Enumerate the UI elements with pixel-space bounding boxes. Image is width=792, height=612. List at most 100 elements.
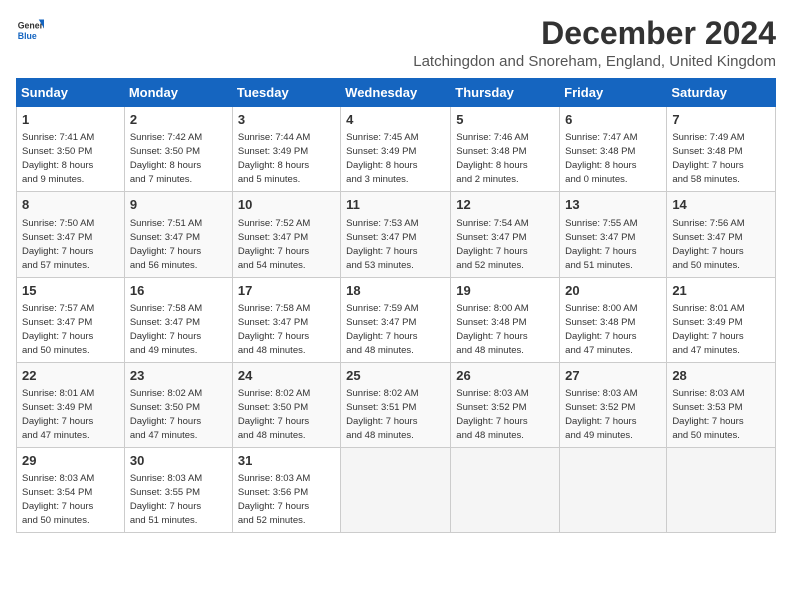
week-row-1: 1Sunrise: 7:41 AM Sunset: 3:50 PM Daylig… — [17, 107, 776, 192]
day-info: Sunrise: 7:54 AM Sunset: 3:47 PM Dayligh… — [456, 218, 528, 271]
day-info: Sunrise: 7:59 AM Sunset: 3:47 PM Dayligh… — [346, 303, 418, 356]
day-info: Sunrise: 8:03 AM Sunset: 3:56 PM Dayligh… — [238, 473, 310, 526]
day-info: Sunrise: 7:50 AM Sunset: 3:47 PM Dayligh… — [22, 218, 94, 271]
day-info: Sunrise: 7:47 AM Sunset: 3:48 PM Dayligh… — [565, 132, 637, 185]
svg-text:Blue: Blue — [18, 31, 37, 41]
day-number: 22 — [22, 367, 119, 385]
calendar-cell — [667, 447, 776, 532]
header-col-wednesday: Wednesday — [341, 79, 451, 107]
calendar-cell: 21Sunrise: 8:01 AM Sunset: 3:49 PM Dayli… — [667, 277, 776, 362]
calendar-cell: 28 Sunrise: 8:03 AM Sunset: 3:53 PM Dayli… — [667, 362, 776, 447]
day-info: Sunrise: 8:02 AM Sunset: 3:51 PM Dayligh… — [346, 388, 418, 441]
header-col-saturday: Saturday — [667, 79, 776, 107]
day-info: Sunrise: 7:51 AM Sunset: 3:47 PM Dayligh… — [130, 218, 202, 271]
day-number: 15 — [22, 282, 119, 300]
calendar-table: SundayMondayTuesdayWednesdayThursdayFrid… — [16, 78, 776, 533]
calendar-cell: 10 Sunrise: 7:52 AM Sunset: 3:47 PM Dayli… — [232, 192, 340, 277]
calendar-cell: 30 Sunrise: 8:03 AM Sunset: 3:55 PM Dayli… — [124, 447, 232, 532]
day-info: Sunrise: 8:00 AM Sunset: 3:48 PM Dayligh… — [565, 303, 637, 356]
logo: General Blue — [16, 16, 44, 44]
day-number: 28 — [672, 367, 770, 385]
day-info: Sunrise: 7:41 AM Sunset: 3:50 PM Dayligh… — [22, 132, 94, 185]
calendar-cell: 7 Sunrise: 7:49 AM Sunset: 3:48 PM Daylig… — [667, 107, 776, 192]
day-info: Sunrise: 7:44 AM Sunset: 3:49 PM Dayligh… — [238, 132, 310, 185]
calendar-cell: 18 Sunrise: 7:59 AM Sunset: 3:47 PM Dayli… — [341, 277, 451, 362]
calendar-cell: 29 Sunrise: 8:03 AM Sunset: 3:54 PM Dayli… — [17, 447, 125, 532]
page-header: General Blue December 2024 Latchingdon a… — [16, 16, 776, 70]
day-number: 13 — [565, 196, 661, 214]
week-row-4: 22 Sunrise: 8:01 AM Sunset: 3:49 PM Dayli… — [17, 362, 776, 447]
day-info: Sunrise: 8:03 AM Sunset: 3:52 PM Dayligh… — [565, 388, 637, 441]
calendar-header-row: SundayMondayTuesdayWednesdayThursdayFrid… — [17, 79, 776, 107]
day-number: 26 — [456, 367, 554, 385]
day-number: 31 — [238, 452, 335, 470]
day-number: 9 — [130, 196, 227, 214]
day-number: 11 — [346, 196, 445, 214]
day-number: 3 — [238, 111, 335, 129]
calendar-cell: 9 Sunrise: 7:51 AM Sunset: 3:47 PM Daylig… — [124, 192, 232, 277]
day-number: 24 — [238, 367, 335, 385]
day-info: Sunrise: 7:45 AM Sunset: 3:49 PM Dayligh… — [346, 132, 418, 185]
day-info: Sunrise: 8:03 AM Sunset: 3:53 PM Dayligh… — [672, 388, 744, 441]
title-block: December 2024 Latchingdon and Snoreham, … — [413, 16, 776, 70]
header-col-friday: Friday — [560, 79, 667, 107]
day-info: Sunrise: 8:00 AM Sunset: 3:48 PM Dayligh… — [456, 303, 528, 356]
day-number: 10 — [238, 196, 335, 214]
day-number: 5 — [456, 111, 554, 129]
day-info: Sunrise: 8:02 AM Sunset: 3:50 PM Dayligh… — [130, 388, 202, 441]
day-number: 27 — [565, 367, 661, 385]
calendar-cell: 25 Sunrise: 8:02 AM Sunset: 3:51 PM Dayli… — [341, 362, 451, 447]
calendar-subtitle: Latchingdon and Snoreham, England, Unite… — [413, 53, 776, 70]
day-number: 6 — [565, 111, 661, 129]
day-number: 29 — [22, 452, 119, 470]
week-row-5: 29 Sunrise: 8:03 AM Sunset: 3:54 PM Dayli… — [17, 447, 776, 532]
day-number: 18 — [346, 282, 445, 300]
header-col-thursday: Thursday — [451, 79, 560, 107]
calendar-cell: 23 Sunrise: 8:02 AM Sunset: 3:50 PM Dayli… — [124, 362, 232, 447]
day-info: Sunrise: 7:42 AM Sunset: 3:50 PM Dayligh… — [130, 132, 202, 185]
calendar-cell: 3 Sunrise: 7:44 AM Sunset: 3:49 PM Daylig… — [232, 107, 340, 192]
calendar-cell: 26 Sunrise: 8:03 AM Sunset: 3:52 PM Dayli… — [451, 362, 560, 447]
calendar-cell: 24 Sunrise: 8:02 AM Sunset: 3:50 PM Dayli… — [232, 362, 340, 447]
calendar-cell: 12Sunrise: 7:54 AM Sunset: 3:47 PM Dayli… — [451, 192, 560, 277]
calendar-cell — [560, 447, 667, 532]
day-info: Sunrise: 8:02 AM Sunset: 3:50 PM Dayligh… — [238, 388, 310, 441]
calendar-cell: 1Sunrise: 7:41 AM Sunset: 3:50 PM Daylig… — [17, 107, 125, 192]
day-info: Sunrise: 8:01 AM Sunset: 3:49 PM Dayligh… — [22, 388, 94, 441]
day-number: 23 — [130, 367, 227, 385]
day-info: Sunrise: 7:46 AM Sunset: 3:48 PM Dayligh… — [456, 132, 528, 185]
calendar-cell: 27 Sunrise: 8:03 AM Sunset: 3:52 PM Dayli… — [560, 362, 667, 447]
day-number: 19 — [456, 282, 554, 300]
calendar-cell: 6 Sunrise: 7:47 AM Sunset: 3:48 PM Daylig… — [560, 107, 667, 192]
day-info: Sunrise: 7:56 AM Sunset: 3:47 PM Dayligh… — [672, 218, 744, 271]
day-info: Sunrise: 7:58 AM Sunset: 3:47 PM Dayligh… — [238, 303, 310, 356]
calendar-cell: 31 Sunrise: 8:03 AM Sunset: 3:56 PM Dayli… — [232, 447, 340, 532]
calendar-cell: 22 Sunrise: 8:01 AM Sunset: 3:49 PM Dayli… — [17, 362, 125, 447]
calendar-cell: 8Sunrise: 7:50 AM Sunset: 3:47 PM Daylig… — [17, 192, 125, 277]
day-info: Sunrise: 7:53 AM Sunset: 3:47 PM Dayligh… — [346, 218, 418, 271]
day-number: 21 — [672, 282, 770, 300]
calendar-cell: 13Sunrise: 7:55 AM Sunset: 3:47 PM Dayli… — [560, 192, 667, 277]
logo-icon: General Blue — [16, 16, 44, 44]
day-number: 30 — [130, 452, 227, 470]
day-number: 25 — [346, 367, 445, 385]
calendar-cell: 19 Sunrise: 8:00 AM Sunset: 3:48 PM Dayli… — [451, 277, 560, 362]
day-number: 7 — [672, 111, 770, 129]
calendar-title: December 2024 — [413, 16, 776, 51]
calendar-cell: 16Sunrise: 7:58 AM Sunset: 3:47 PM Dayli… — [124, 277, 232, 362]
day-number: 16 — [130, 282, 227, 300]
header-col-monday: Monday — [124, 79, 232, 107]
day-info: Sunrise: 8:03 AM Sunset: 3:55 PM Dayligh… — [130, 473, 202, 526]
day-info: Sunrise: 7:49 AM Sunset: 3:48 PM Dayligh… — [672, 132, 744, 185]
day-info: Sunrise: 8:03 AM Sunset: 3:52 PM Dayligh… — [456, 388, 528, 441]
day-number: 4 — [346, 111, 445, 129]
week-row-2: 8Sunrise: 7:50 AM Sunset: 3:47 PM Daylig… — [17, 192, 776, 277]
calendar-cell: 11 Sunrise: 7:53 AM Sunset: 3:47 PM Dayli… — [341, 192, 451, 277]
calendar-cell: 20 Sunrise: 8:00 AM Sunset: 3:48 PM Dayli… — [560, 277, 667, 362]
day-number: 20 — [565, 282, 661, 300]
day-info: Sunrise: 8:03 AM Sunset: 3:54 PM Dayligh… — [22, 473, 94, 526]
day-info: Sunrise: 7:52 AM Sunset: 3:47 PM Dayligh… — [238, 218, 310, 271]
calendar-cell: 2Sunrise: 7:42 AM Sunset: 3:50 PM Daylig… — [124, 107, 232, 192]
calendar-cell: 14Sunrise: 7:56 AM Sunset: 3:47 PM Dayli… — [667, 192, 776, 277]
week-row-3: 15Sunrise: 7:57 AM Sunset: 3:47 PM Dayli… — [17, 277, 776, 362]
